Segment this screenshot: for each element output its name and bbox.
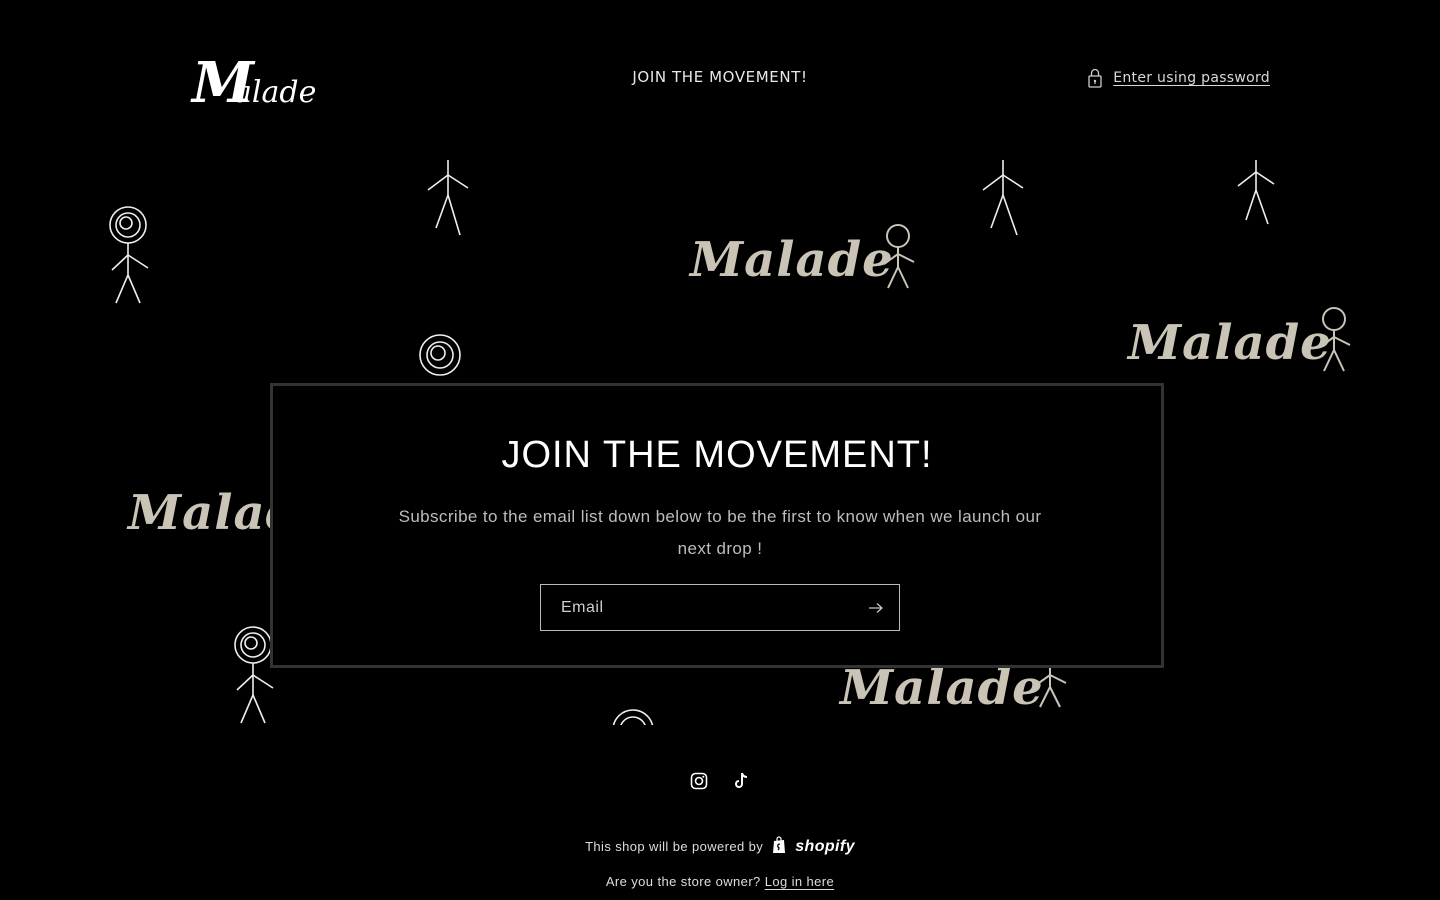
email-input[interactable]	[541, 585, 851, 630]
stick-figure-doodle	[1237, 160, 1275, 225]
newsletter-modal: JOIN THE MOVEMENT! Subscribe to the emai…	[270, 383, 1164, 668]
stick-figure-doodle	[419, 334, 461, 376]
stick-figure-doodle	[109, 206, 149, 304]
stick-figure-doodle	[982, 160, 1024, 236]
shopify-bag-icon[interactable]	[771, 836, 787, 854]
stick-figure-doodle	[427, 160, 469, 236]
lock-icon	[1088, 68, 1102, 88]
owner-text: Are you the store owner?	[605, 874, 761, 889]
stick-figure-doodle	[1319, 307, 1351, 372]
tiktok-icon[interactable]	[732, 772, 750, 790]
modal-description: Subscribe to the email list down below t…	[398, 507, 1042, 558]
arrow-right-icon	[869, 602, 883, 613]
subscribe-button[interactable]	[853, 585, 899, 630]
enter-password-link[interactable]: Enter using password	[1087, 68, 1270, 88]
enter-password-label[interactable]: Enter using password	[1113, 70, 1270, 86]
social-links	[0, 772, 1440, 790]
header: M alade JOIN THE MOVEMENT! Enter using p…	[0, 0, 1440, 160]
instagram-icon[interactable]	[690, 772, 708, 790]
banner-logo-wordmark: Malade	[1128, 315, 1332, 371]
email-form	[540, 584, 900, 631]
login-link[interactable]: Log in here	[765, 874, 834, 889]
store-owner-line: Are you the store owner? Log in here	[0, 874, 1440, 889]
powered-by-text: This shop will be powered by	[585, 839, 764, 854]
banner-logo-wordmark: Malade	[840, 660, 1044, 716]
stick-figure-doodle	[1035, 665, 1067, 708]
stick-figure-doodle	[883, 224, 915, 289]
shopify-link[interactable]: shopify	[795, 838, 855, 855]
modal-title: JOIN THE MOVEMENT!	[501, 434, 933, 476]
stick-figure-doodle	[612, 709, 654, 725]
banner-logo-wordmark: Malade	[690, 232, 894, 288]
powered-by: This shop will be powered by shopify	[0, 836, 1440, 856]
